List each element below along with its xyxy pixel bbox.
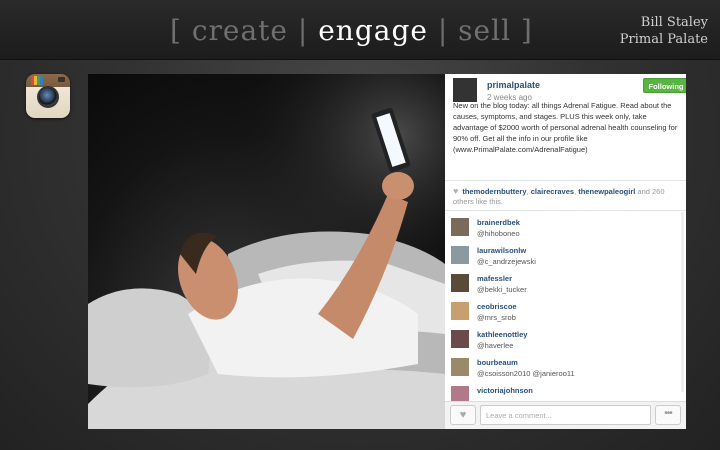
tagline-separator: | [287,14,319,47]
like-button[interactable]: ♥ [450,405,476,425]
comment-text[interactable]: @haverlee [477,341,513,350]
avatar[interactable] [451,218,469,236]
comments-scrollbar[interactable] [681,212,684,392]
heart-icon: ♥ [459,409,467,421]
list-item: laurawilsonlw @c_andrzejewski [451,244,681,272]
tagline-create: create [191,14,288,47]
post-caption: New on the blog today: all things Adrena… [453,101,678,154]
comments-list: brainerdbek @hihoboneo laurawilsonlw @c_… [451,216,681,412]
divider [445,210,686,211]
instagram-post-panel: primalpalate 2 weeks ago Following New o… [445,74,686,429]
comment-username[interactable]: victoriajohnson [477,386,533,395]
comment-text[interactable]: @mrs_srob [477,313,516,322]
liker-link[interactable]: clairecraves [531,187,574,196]
liker-link[interactable]: themodernbuttery [462,187,526,196]
list-item: bourbeaum @csoisson2010 @janieroo11 [451,356,681,384]
slide-tagline: [ create | engage | sell ] [170,14,533,47]
comment-footer: ♥ ••• [445,401,686,429]
comment-username[interactable]: mafessler [477,274,512,283]
comment-username[interactable]: brainerdbek [477,218,520,227]
list-item: kathleenottley @haverlee [451,328,681,356]
tagline-bracket-open: [ [170,14,192,47]
avatar[interactable] [451,246,469,264]
avatar[interactable] [451,302,469,320]
comment-input[interactable] [480,405,651,425]
avatar[interactable] [451,330,469,348]
slide-header: [ create | engage | sell ] Bill Staley P… [0,0,720,60]
heart-icon: ♥ [453,186,459,196]
author-company: Primal Palate [619,32,708,47]
list-item: ceobriscoe @mrs_srob [451,300,681,328]
comment-username[interactable]: bourbeaum [477,358,518,367]
comment-text[interactable]: @c_andrzejewski [477,257,536,266]
instagram-icon [26,74,70,118]
list-item: mafessler @bekki_tucker [451,272,681,300]
man-reading-tablet-in-bed-image [88,74,445,429]
avatar[interactable] [451,274,469,292]
comment-username[interactable]: laurawilsonlw [477,246,526,255]
post-photo[interactable] [88,74,445,429]
author-block: Bill Staley Primal Palate [620,14,708,48]
more-options-button[interactable]: ••• [655,405,681,425]
post-username[interactable]: primalpalate [487,80,540,90]
avatar[interactable] [451,358,469,376]
comment-username[interactable]: ceobriscoe [477,302,517,311]
tagline-engage: engage [318,14,428,47]
divider [445,180,686,181]
author-name: Bill Staley [640,15,708,30]
likes-summary: ♥ themodernbuttery, clairecraves, thenewp… [453,186,681,207]
comment-text[interactable]: @csoisson2010 @janieroo11 [477,369,575,378]
tagline-separator: | [427,14,459,47]
comment-text[interactable]: @hihoboneo [477,229,520,238]
comment-text[interactable]: @bekki_tucker [477,285,527,294]
more-options-icon: ••• [664,408,672,419]
following-button[interactable]: Following [643,78,686,93]
avatar[interactable] [453,78,477,102]
liker-link[interactable]: thenewpaleogirl [578,187,635,196]
comment-username[interactable]: kathleenottley [477,330,527,339]
tagline-bracket-close: ] [511,14,533,47]
tagline-sell: sell [458,14,512,47]
list-item: brainerdbek @hihoboneo [451,216,681,244]
